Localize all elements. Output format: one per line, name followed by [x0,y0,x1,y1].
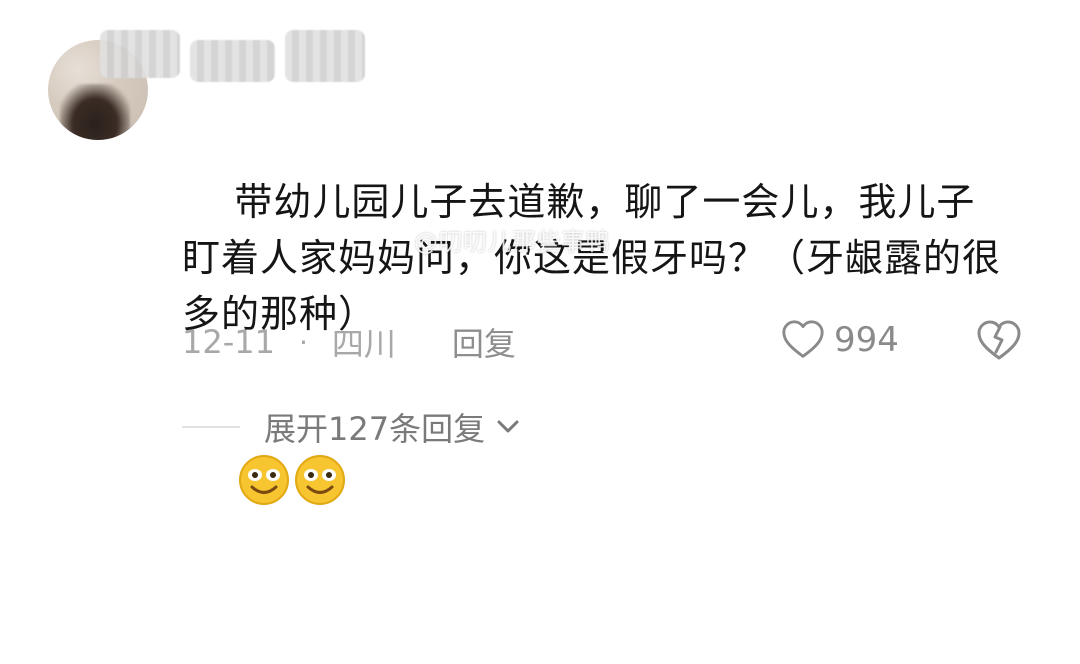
expand-replies-button[interactable]: 展开127条回复 [182,402,525,452]
mosaic-block [100,30,180,78]
divider-line [182,426,240,428]
mosaic-block [285,30,365,82]
dislike-button[interactable] [974,316,1024,364]
like-button[interactable]: 994 [780,316,899,364]
meta-separator: · [298,325,308,359]
comment-meta: 12-11 · 四川 回复 [182,318,516,366]
comment-body: 带幼儿园儿子去道歉，聊了一会儿，我儿子盯着人家妈妈问，你这是假牙吗？（牙龈露的很… [182,180,1002,336]
broken-heart-icon [977,320,1021,360]
comment-location: 四川 [331,325,396,363]
comment-date: 12-11 [182,323,275,361]
mosaic-block [190,40,275,82]
reply-button[interactable]: 回复 [452,319,516,365]
like-count: 994 [834,320,899,360]
comment-item: 带幼儿园儿子去道歉，聊了一会儿，我儿子盯着人家妈妈问，你这是假牙吗？（牙龈露的很… [0,0,1080,505]
heart-outline-icon [782,320,824,358]
username-mosaic [100,22,380,92]
avatar-shadow [60,84,130,140]
watermark: @叨叨儿那些事鸭 [414,228,610,256]
comment-text: 带幼儿园儿子去道歉，聊了一会儿，我儿子盯着人家妈妈问，你这是假牙吗？（牙龈露的很… [182,118,1012,664]
expand-replies-label: 展开127条回复 [264,410,486,448]
chevron-down-icon [497,420,519,433]
